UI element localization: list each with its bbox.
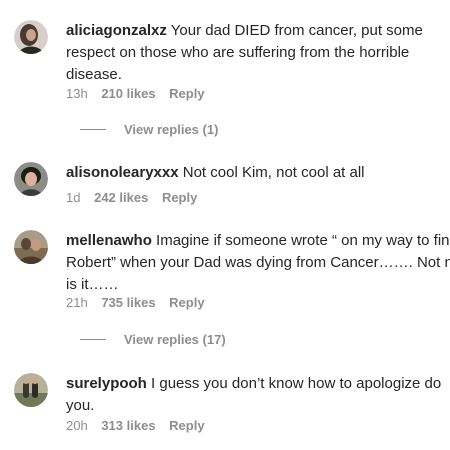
comment-timestamp: 20h (66, 418, 88, 433)
comment-username[interactable]: mellenawho (66, 232, 152, 249)
divider-line (80, 339, 106, 340)
comment-text: Your dad DIED from cancer, put some (170, 22, 423, 39)
reply-button[interactable]: Reply (162, 190, 197, 205)
comment-timestamp: 21h (66, 295, 88, 310)
comment-username[interactable]: surelypooh (66, 375, 147, 392)
comment-text: I guess you don’t know how to apologize … (151, 375, 442, 392)
divider-line (80, 129, 106, 130)
comment-text: Imagine if someone wrote “ on my way to … (156, 232, 450, 249)
comment-timestamp: 13h (66, 86, 88, 101)
view-replies-label: View replies (1) (124, 122, 219, 137)
comment-text: you. (66, 397, 95, 414)
view-replies-label: View replies (17) (124, 332, 226, 347)
likes-count[interactable]: 313 likes (101, 418, 155, 433)
comment-username[interactable]: alisonolearyxxx (66, 164, 179, 181)
likes-count[interactable]: 242 likes (94, 190, 148, 205)
user-avatar-icon[interactable] (14, 20, 48, 54)
comment-thread: aliciagonzalxz Your dad DIED from cancer… (0, 0, 450, 450)
comment-username[interactable]: aliciagonzalxz (66, 22, 167, 39)
likes-count[interactable]: 210 likes (101, 86, 155, 101)
comment-text: is it…… (66, 276, 119, 293)
reply-button[interactable]: Reply (169, 295, 204, 310)
user-avatar-icon[interactable] (14, 162, 48, 196)
reply-button[interactable]: Reply (169, 418, 204, 433)
comment-text: Not cool Kim, not cool at all (182, 164, 365, 181)
comment-text: disease. (66, 66, 122, 83)
view-replies-button[interactable]: View replies (17) (80, 332, 226, 347)
view-replies-button[interactable]: View replies (1) (80, 122, 218, 137)
user-avatar-icon[interactable] (14, 373, 48, 407)
reply-button[interactable]: Reply (169, 86, 204, 101)
user-avatar-icon[interactable] (14, 230, 48, 264)
likes-count[interactable]: 735 likes (101, 295, 155, 310)
comment-text: Robert” when your Dad was dying from Can… (66, 254, 450, 271)
comment-timestamp: 1d (66, 190, 81, 205)
comment-text: respect on those who are suffering from … (66, 44, 410, 61)
